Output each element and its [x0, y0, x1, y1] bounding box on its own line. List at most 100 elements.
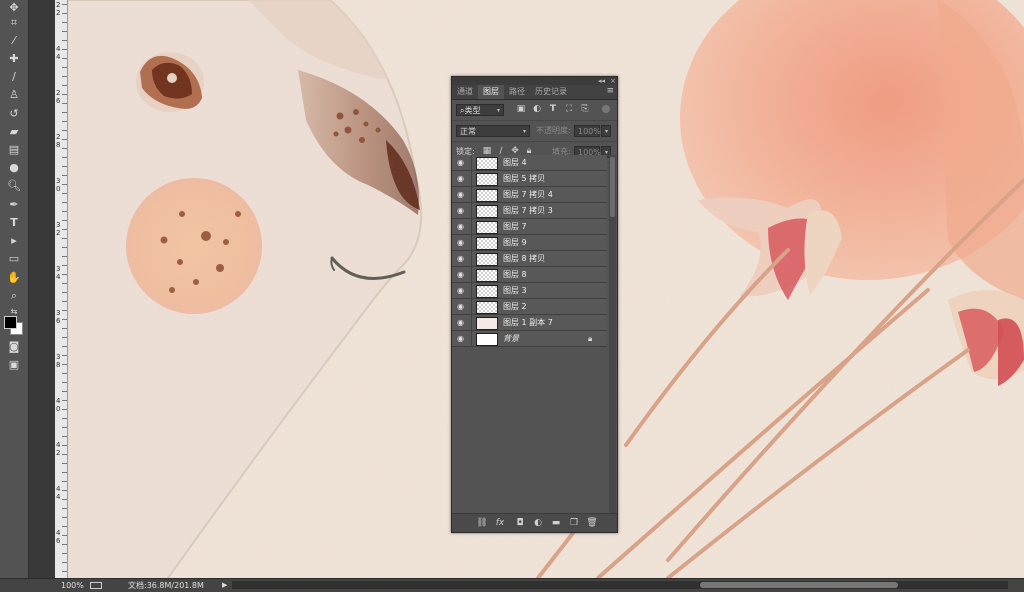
ruler-label: 4	[56, 441, 61, 449]
ruler-label: 2	[56, 9, 61, 17]
zoom-icon[interactable]: ⌕	[4, 288, 24, 303]
visibility-eye-icon[interactable]: ◉	[457, 254, 469, 263]
chevron-down-icon: ▾	[496, 107, 500, 114]
visibility-eye-icon[interactable]: ◉	[457, 174, 469, 183]
visibility-eye-icon[interactable]: ◉	[457, 222, 469, 231]
add-mask-icon[interactable]: ◘	[514, 517, 526, 529]
ruler-tick	[62, 328, 67, 329]
layers-scrollbar[interactable]	[609, 155, 616, 515]
filter-toggle[interactable]	[602, 105, 610, 113]
type-filter-icon[interactable]: T	[548, 104, 558, 114]
adjustment-layer-icon[interactable]: ◐	[532, 517, 544, 529]
zoom-level[interactable]: 100%	[61, 579, 84, 592]
layer-row[interactable]: ◉ 图层 7 拷贝 3	[452, 203, 607, 219]
layer-thumbnail	[476, 333, 498, 346]
ruler-label: 3	[56, 353, 61, 361]
opacity-slider-button[interactable]: ▾	[601, 125, 611, 137]
ruler-tick	[62, 4, 67, 5]
ruler-tick	[62, 85, 67, 86]
smart-object-filter-icon[interactable]: ⎘	[580, 104, 590, 114]
crop-icon[interactable]: ⌗	[4, 15, 24, 30]
visibility-eye-icon[interactable]: ◉	[457, 206, 469, 215]
panel-title-bar[interactable]: ◂◂ ×	[452, 77, 617, 85]
path-selection-icon[interactable]: ▸	[4, 233, 24, 248]
ruler-tick	[62, 355, 67, 356]
eraser-icon[interactable]: ▰	[4, 124, 24, 139]
healing-brush-icon[interactable]: ✚	[4, 51, 24, 66]
visibility-eye-icon[interactable]: ◉	[457, 302, 469, 311]
visibility-eye-icon[interactable]: ◉	[457, 334, 469, 343]
layer-row[interactable]: ◉ 图层 1 副本 7	[452, 315, 607, 331]
layer-name: 图层 3	[503, 286, 527, 295]
move-icon[interactable]: ✥	[4, 0, 24, 15]
rectangle-shape-icon[interactable]: ▭	[4, 251, 24, 266]
brush-icon[interactable]: ∕	[4, 69, 24, 84]
shape-filter-icon[interactable]: ⛶	[564, 104, 574, 114]
trash-icon[interactable]: 🗑︎	[586, 517, 598, 529]
gradient-icon[interactable]: ▤	[4, 142, 24, 157]
ruler-label: 4	[56, 529, 61, 537]
visibility-eye-icon[interactable]: ◉	[457, 238, 469, 247]
layer-row[interactable]: ◉ 图层 9	[452, 235, 607, 251]
close-panel-icon[interactable]: ×	[610, 77, 616, 85]
layer-row[interactable]: ◉ 图层 2	[452, 299, 607, 315]
layer-row[interactable]: ◉ 图层 7 拷贝 4	[452, 187, 607, 203]
visibility-eye-icon[interactable]: ◉	[457, 286, 469, 295]
layer-row[interactable]: ◉ 图层 7	[452, 219, 607, 235]
ruler-tick	[62, 265, 67, 266]
layer-row-background[interactable]: ◉ 背景 🔒︎	[452, 331, 607, 347]
visibility-eye-icon[interactable]: ◉	[457, 270, 469, 279]
fx-icon[interactable]: fx	[494, 517, 506, 529]
new-group-icon[interactable]: ▬	[550, 517, 562, 529]
visibility-eye-icon[interactable]: ◉	[457, 158, 469, 167]
link-layers-icon[interactable]: ⛓	[476, 517, 488, 529]
history-brush-icon[interactable]: ↺	[4, 106, 24, 121]
visibility-eye-icon[interactable]: ◉	[457, 318, 469, 327]
filter-kind-select[interactable]: ⌕类型 ▾	[456, 104, 504, 116]
pixel-filter-icon[interactable]: ▣	[516, 104, 526, 114]
ruler-tick	[62, 40, 67, 41]
blur-icon[interactable]: ●	[4, 160, 24, 175]
vertical-ruler[interactable]: 22442628303234363840424446	[55, 0, 68, 578]
opacity-input[interactable]: 100%	[574, 125, 601, 137]
type-icon[interactable]: T	[4, 215, 24, 230]
tab-channels[interactable]: 通道	[452, 85, 478, 99]
tab-layers[interactable]: 图层	[478, 85, 504, 99]
chevron-down-icon: ▾	[522, 128, 526, 135]
eyedropper-icon[interactable]: ⁄	[4, 33, 24, 48]
blend-mode-select[interactable]: 正常 ▾	[456, 125, 530, 137]
tab-paths[interactable]: 路径	[504, 85, 530, 99]
ruler-tick	[62, 166, 67, 167]
ruler-tick	[62, 157, 67, 158]
panel-menu-icon[interactable]: ≡	[606, 86, 614, 96]
ruler-tick	[62, 31, 67, 32]
layer-row[interactable]: ◉ 图层 8 拷贝	[452, 251, 607, 267]
pen-icon[interactable]: ✒	[4, 197, 24, 212]
layer-row[interactable]: ◉ 图层 3	[452, 283, 607, 299]
dodge-icon[interactable]: 🔍︎	[4, 178, 24, 193]
layer-row[interactable]: ◉ 图层 8	[452, 267, 607, 283]
layer-thumbnail	[476, 173, 498, 186]
tab-history[interactable]: 历史记录	[530, 85, 572, 99]
screen-mode-icon[interactable]: ▣	[4, 357, 24, 372]
ruler-label: 4	[56, 45, 61, 53]
new-layer-icon[interactable]: ❐	[568, 517, 580, 529]
scrollbar-thumb[interactable]	[700, 582, 898, 588]
horizontal-scrollbar[interactable]	[232, 581, 1008, 589]
quick-mask-icon[interactable]: ◙	[4, 339, 24, 354]
layer-row[interactable]: ◉ 图层 4	[452, 155, 607, 171]
foreground-background-icon[interactable]	[4, 316, 24, 336]
layers-list: ◉ 图层 4 ◉ 图层 5 拷贝 ◉ 图层 7 拷贝 4 ◉ 图层 7 拷贝 3 ◉ 图层…	[452, 155, 607, 347]
adjustment-filter-icon[interactable]: ◐	[532, 104, 542, 114]
visibility-eye-icon[interactable]: ◉	[457, 190, 469, 199]
panel-tabs: 通道 图层 路径 历史记录	[452, 85, 617, 100]
layer-thumbnail	[476, 237, 498, 250]
clone-stamp-icon[interactable]: ♙	[4, 87, 24, 102]
ruler-tick	[62, 247, 67, 248]
hand-icon[interactable]: ✋	[4, 270, 24, 285]
layer-row[interactable]: ◉ 图层 5 拷贝	[452, 171, 607, 187]
collapse-panel-icon[interactable]: ◂◂	[598, 77, 605, 85]
status-menu-arrow-icon[interactable]: ▶	[222, 579, 227, 592]
ruler-label: 4	[56, 493, 61, 501]
scrollbar-thumb[interactable]	[610, 157, 615, 217]
